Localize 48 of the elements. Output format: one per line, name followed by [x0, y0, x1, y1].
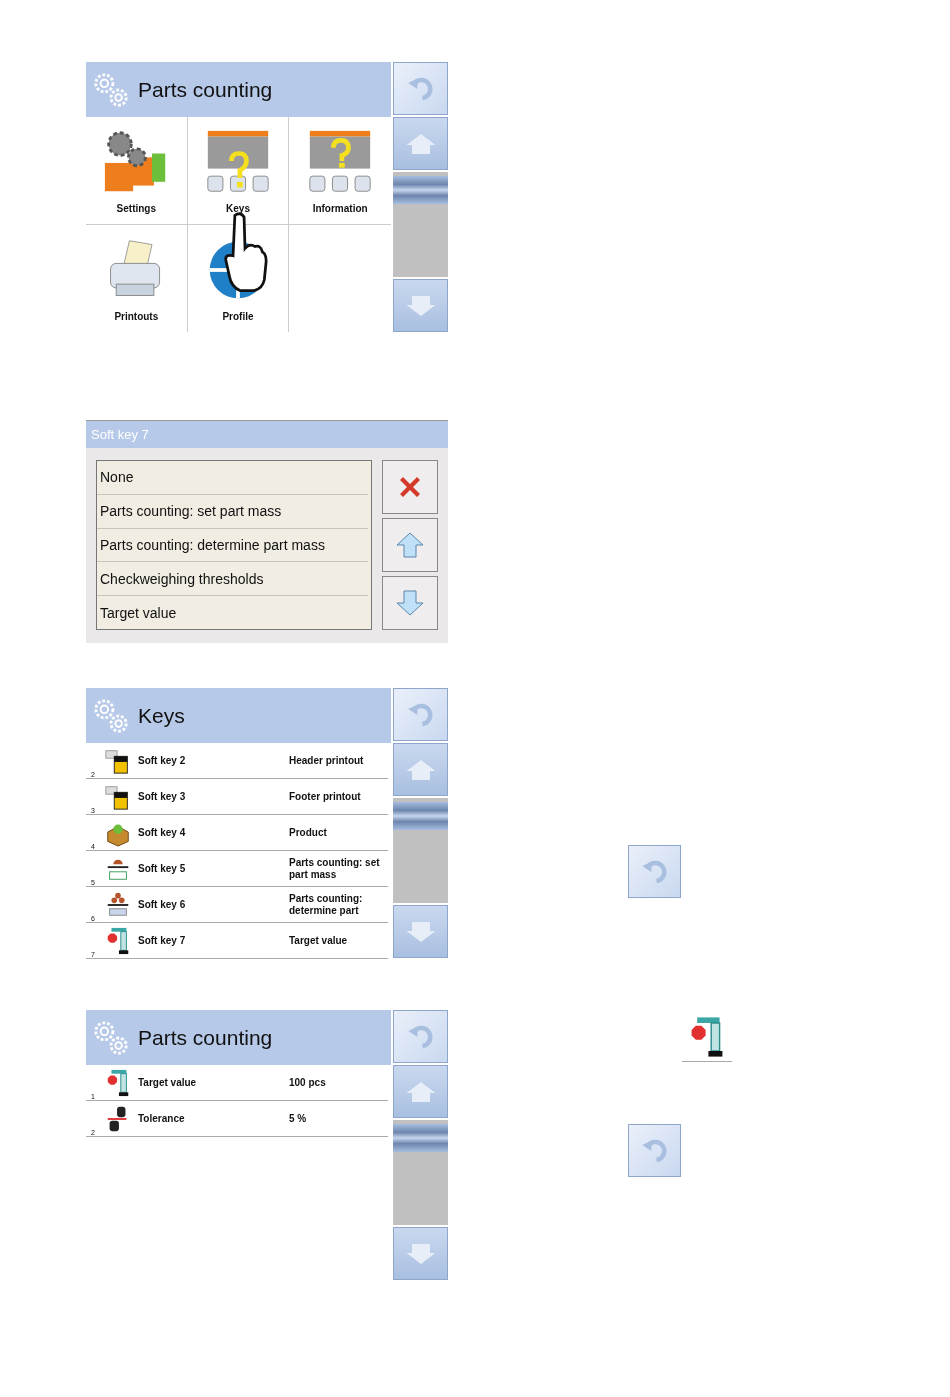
scroll-thumb[interactable] [393, 176, 448, 204]
scroll-down-button[interactable] [382, 576, 438, 630]
option-item[interactable]: Checkweighing thresholds [97, 562, 368, 597]
dialog-title: Soft key 7 [86, 421, 448, 448]
row-name: Soft key 2 [138, 755, 187, 766]
row-name: Soft key 7 [138, 935, 187, 946]
scroll-thumb[interactable] [393, 1124, 448, 1152]
back-button[interactable] [393, 62, 448, 115]
row-value: 5 % [289, 1112, 308, 1125]
screen-title: Parts counting [138, 1025, 273, 1050]
row-name: Soft key 6 [138, 899, 187, 910]
row-name: Soft key 3 [138, 791, 187, 802]
back-button[interactable] [393, 1010, 448, 1063]
row-value: 100 pcs [289, 1076, 327, 1089]
screen-title: Keys [138, 703, 185, 728]
down-arrow-icon [395, 588, 425, 618]
scroll-down-button[interactable] [393, 1227, 448, 1280]
option-item[interactable]: None [97, 461, 368, 495]
keys-screen-icon [205, 129, 271, 195]
option-item[interactable]: Target value [97, 596, 368, 629]
option-item[interactable]: Parts counting: determine part mass [97, 528, 368, 563]
option-item[interactable]: Parts counting: set part mass [97, 494, 368, 529]
up-arrow-icon [395, 530, 425, 560]
back-button[interactable] [393, 688, 448, 741]
screen-title: Parts counting [138, 77, 273, 102]
row-value: Parts counting: set part mass [289, 856, 381, 881]
row-value: Product [289, 826, 328, 839]
scroll-down-button[interactable] [393, 279, 448, 332]
scroll-up-button[interactable] [393, 743, 448, 796]
back-button[interactable] [628, 845, 681, 898]
back-button[interactable] [628, 1124, 681, 1177]
scroll-up-button[interactable] [382, 518, 438, 572]
row-value: Target value [289, 934, 349, 947]
scroll-up-button[interactable] [393, 117, 448, 170]
row-value: Footer printout [289, 790, 362, 803]
scroll-up-button[interactable] [393, 1065, 448, 1118]
row-name: Tolerance [138, 1113, 186, 1124]
scroll-thumb[interactable] [393, 802, 448, 830]
row-value: Parts counting: determine part [289, 892, 364, 917]
row-name: Soft key 5 [138, 863, 187, 874]
scroll-down-button[interactable] [393, 905, 448, 958]
cancel-button[interactable] [382, 460, 438, 514]
row-value: Header printout [289, 754, 365, 767]
row-name: Soft key 4 [138, 827, 187, 838]
help-screen-icon [307, 129, 374, 195]
menu-tile[interactable]: Settings [86, 117, 188, 225]
row-name: Target value [138, 1077, 198, 1088]
menu-tile[interactable]: Keys [187, 117, 290, 225]
